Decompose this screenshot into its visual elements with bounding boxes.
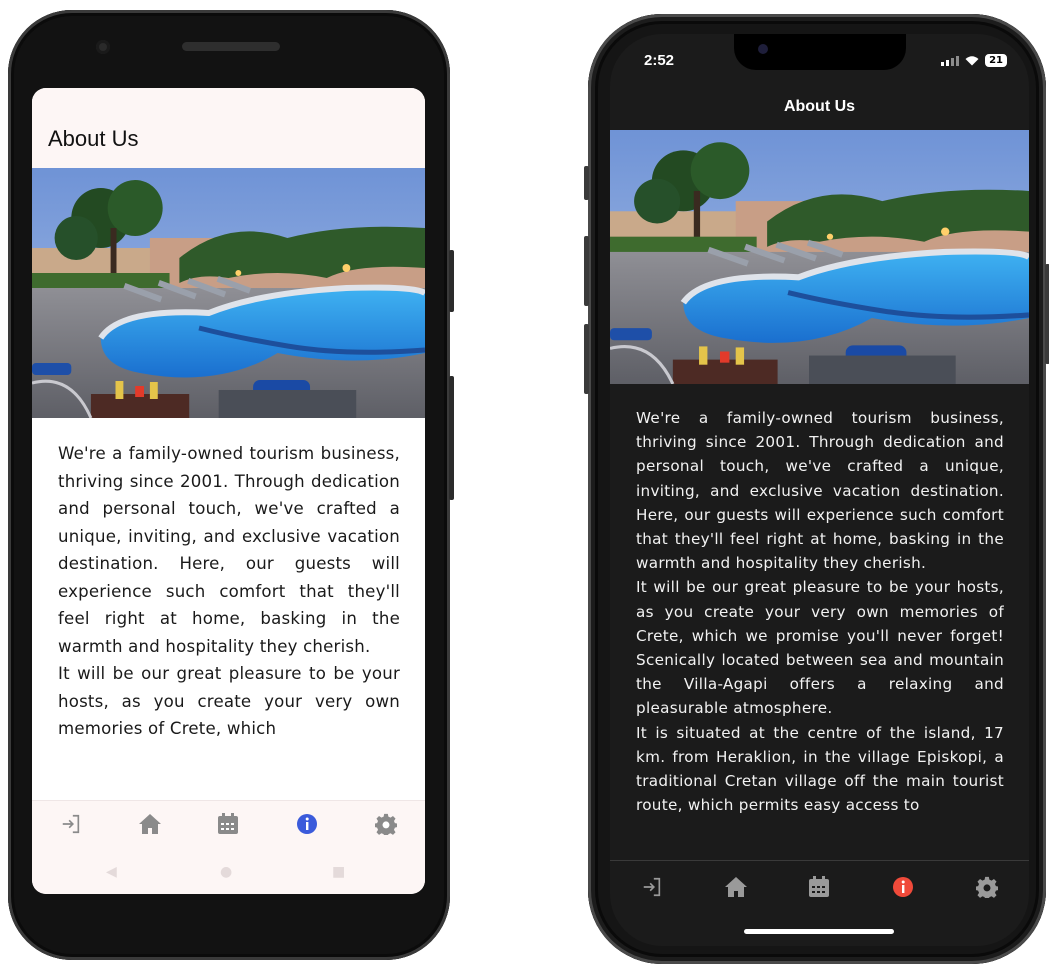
- about-text: We're a family-owned tourism business, t…: [58, 440, 400, 800]
- signal-icon: [941, 55, 960, 66]
- power-button: [449, 250, 454, 312]
- page-title: About Us: [783, 98, 856, 115]
- info-icon[interactable]: [890, 874, 916, 900]
- recents-icon[interactable]: ■: [332, 864, 345, 880]
- wifi-icon: [965, 55, 979, 66]
- home-indicator[interactable]: [744, 929, 894, 934]
- android-phone-frame: About Us We're a family-owned tourism bu…: [8, 10, 454, 960]
- info-icon[interactable]: [294, 811, 320, 837]
- home-icon[interactable]: [137, 811, 163, 837]
- android-screen: About Us We're a family-owned tourism bu…: [32, 88, 425, 894]
- status-icons: 21: [941, 54, 1007, 67]
- notch: [734, 34, 906, 70]
- home-icon[interactable]: [723, 874, 749, 900]
- system-nav-bar: ◀ ● ■: [32, 846, 425, 894]
- hotel-pool-photo: [32, 168, 425, 418]
- bottom-nav: [610, 860, 1029, 913]
- gear-icon[interactable]: [974, 874, 1000, 900]
- app-bar: About Us: [32, 88, 425, 168]
- about-paragraph: We're a family-owned tourism business, t…: [58, 444, 400, 656]
- calendar-icon[interactable]: [215, 811, 241, 837]
- calendar-icon[interactable]: [806, 874, 832, 900]
- volume-down-button: [584, 324, 589, 394]
- side-button: [1045, 264, 1049, 364]
- about-text: We're a family-owned tourism business, t…: [636, 406, 1004, 864]
- mute-switch: [584, 166, 589, 200]
- back-icon[interactable]: ◀: [106, 864, 117, 880]
- hotel-pool-photo: [610, 130, 1029, 384]
- about-paragraph: We're a family-owned tourism business, t…: [636, 409, 1004, 573]
- login-icon[interactable]: [639, 874, 665, 900]
- bottom-nav: [32, 800, 425, 847]
- iphone-frame: 2:52 21 About Us We're a family-owned to…: [584, 14, 1049, 964]
- battery-icon: 21: [985, 54, 1007, 67]
- gear-icon[interactable]: [373, 811, 399, 837]
- volume-up-button: [584, 236, 589, 306]
- home-circle-icon[interactable]: ●: [220, 864, 232, 880]
- login-icon[interactable]: [58, 811, 84, 837]
- page-title: About Us: [48, 126, 139, 151]
- about-paragraph: It is situated at the centre of the isla…: [636, 723, 1004, 815]
- earpiece-speaker: [182, 42, 280, 51]
- iphone-screen: 2:52 21 About Us We're a family-owned to…: [610, 34, 1029, 946]
- status-time: 2:52: [644, 52, 675, 69]
- volume-button: [449, 376, 454, 500]
- front-camera: [96, 40, 110, 54]
- about-paragraph: It will be our great pleasure to be your…: [636, 578, 1004, 718]
- about-paragraph: It will be our great pleasure to be your…: [58, 664, 400, 738]
